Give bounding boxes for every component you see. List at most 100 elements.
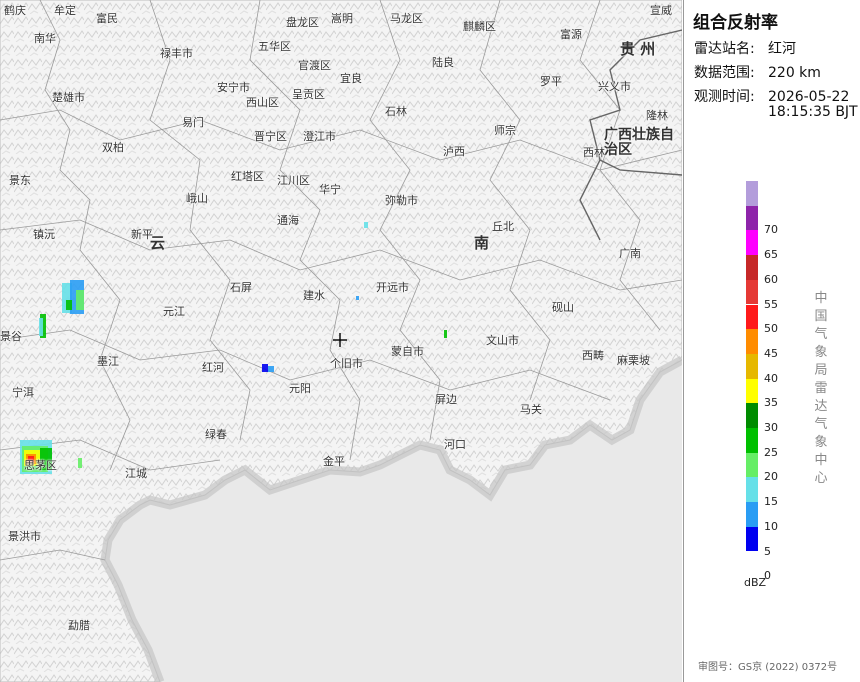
map-approval-number: 审图号：GS京 (2022) 0372号 <box>698 662 838 673</box>
range-label: 数据范围: <box>694 65 755 81</box>
place-label-yanshan: 砚山 <box>552 301 574 314</box>
place-label-shilin: 石林 <box>385 105 407 118</box>
echo-cell <box>78 458 82 468</box>
legend-swatch <box>746 502 758 527</box>
place-label-yiliang: 宜良 <box>340 72 362 85</box>
land-area <box>0 0 682 682</box>
legend-label: 40 <box>764 371 778 385</box>
station-value: 红河 <box>768 41 796 57</box>
time-date: 2026-05-22 <box>768 89 850 105</box>
echo-cell <box>66 300 72 310</box>
region-label-nan: 南 <box>474 234 490 252</box>
place-label-jinning: 晋宁区 <box>254 130 287 143</box>
product-title: 组合反射率 <box>693 13 778 33</box>
place-label-xuanwei: 宣威 <box>650 4 672 17</box>
legend-swatch <box>746 329 758 354</box>
legend-label: 50 <box>764 322 778 336</box>
station-info: 雷达站名: 红河 <box>694 38 796 58</box>
place-label-pingbian: 屏边 <box>435 393 457 406</box>
place-label-chuxiong: 楚雄市 <box>52 91 85 104</box>
place-label-jinggu: 景谷 <box>0 330 22 343</box>
legend-swatch <box>746 428 758 453</box>
region-label-guizhou: 贵 州 <box>620 40 656 58</box>
place-label-maguan: 马关 <box>520 403 542 416</box>
place-label-huaning: 华宁 <box>319 183 341 196</box>
place-label-hongta: 红塔区 <box>231 170 264 183</box>
place-label-xichou: 西畴 <box>582 349 604 362</box>
legend-swatch <box>746 477 758 503</box>
place-label-lvchun: 绿春 <box>205 428 227 441</box>
place-label-yuanjiang: 元江 <box>163 305 185 318</box>
legend-label: 65 <box>764 248 778 262</box>
place-label-malipo: 麻栗坡 <box>617 354 650 367</box>
place-label-guandu: 官渡区 <box>298 59 331 72</box>
place-label-jingdong: 景东 <box>9 174 31 187</box>
echo-cell <box>39 318 43 336</box>
legend-swatch <box>746 403 758 428</box>
place-label-xilin: 西林 <box>583 146 605 159</box>
legend-label: 10 <box>764 519 778 533</box>
place-label-wuhua: 五华区 <box>258 40 291 53</box>
place-label-xishan: 西山区 <box>246 96 279 109</box>
place-label-luliang: 陆良 <box>432 56 454 69</box>
place-label-luxi: 泸西 <box>443 145 465 158</box>
legend-swatch <box>746 353 758 379</box>
place-label-hekou: 河口 <box>444 438 466 451</box>
place-label-mengzi: 蒙自市 <box>391 345 424 358</box>
legend-swatch <box>746 181 758 206</box>
legend-label: 30 <box>764 421 778 434</box>
legend-label: 60 <box>764 272 778 286</box>
place-label-fumin: 富民 <box>96 12 118 25</box>
place-label-jinghong: 景洪市 <box>8 530 41 543</box>
place-label-jiangcheng: 江城 <box>125 467 147 480</box>
echo-cell <box>444 330 447 338</box>
place-label-chengjiang: 澄江市 <box>303 130 336 143</box>
place-label-ninger: 宁洱 <box>12 386 34 399</box>
place-label-yimen: 易门 <box>182 116 204 129</box>
place-label-lufeng: 禄丰市 <box>160 47 193 60</box>
place-label-luoping: 罗平 <box>540 75 562 88</box>
place-label-honghe: 红河 <box>202 361 224 374</box>
place-label-anning: 安宁市 <box>217 81 250 94</box>
place-label-nanhua: 南华 <box>34 32 56 45</box>
place-label-mile: 弥勒市 <box>385 194 418 207</box>
place-label-mengla: 勐腊 <box>68 619 90 632</box>
range-info: 数据范围: 220 km <box>694 62 821 82</box>
legend-label: 70 <box>764 223 778 237</box>
place-label-jianshui: 建水 <box>303 289 325 302</box>
legend-label: 15 <box>764 495 778 509</box>
legend-label: 45 <box>764 346 778 360</box>
legend-label: 5 <box>764 544 771 558</box>
basemap <box>0 0 682 682</box>
place-label-eshan: 峨山 <box>186 192 208 205</box>
place-label-xingyi: 兴义市 <box>598 80 631 93</box>
place-label-yuanyang: 元阳 <box>289 382 311 395</box>
legend-swatch <box>746 452 758 478</box>
legend-swatch <box>746 230 758 256</box>
place-label-wenshan: 文山市 <box>486 334 519 347</box>
place-label-fuyuan: 富源 <box>560 28 582 41</box>
echo-cell <box>364 222 368 228</box>
place-label-kaiyuan: 开远市 <box>376 281 409 294</box>
place-label-xinping: 新平 <box>131 228 153 241</box>
legend-swatch <box>746 304 758 330</box>
place-label-mouding: 牟定 <box>54 4 76 17</box>
legend-label: 55 <box>764 297 778 311</box>
legend-swatch <box>746 279 758 305</box>
place-label-guangnan: 广南 <box>619 247 641 260</box>
legend-unit: dBZ <box>744 576 767 589</box>
echo-cell <box>268 366 274 372</box>
place-label-longlin: 隆林 <box>646 109 668 122</box>
legend-label: 20 <box>764 470 778 484</box>
region-label-guangxi: 广西壮族自治区 <box>604 127 674 158</box>
place-label-zhenyuan: 镇沅 <box>33 228 55 241</box>
radar-map[interactable]: 云南贵 州广西壮族自治区 鹤庆 牟定 富民 盘龙区 嵩明 马龙区 麒麟区 宣威 南华 禄丰市 五华区… <box>0 0 682 682</box>
place-label-qiubei: 丘北 <box>492 220 514 233</box>
echo-cell <box>356 296 359 300</box>
agency-credit: 中国气象局雷达气象中心 <box>814 291 828 486</box>
place-label-simao: 思茅区 <box>24 459 57 472</box>
time-clock: 18:15:35 BJT <box>768 104 858 120</box>
legend-label: 25 <box>764 445 778 459</box>
place-label-shuangbai: 双柏 <box>102 141 124 154</box>
place-label-mojiang: 墨江 <box>97 355 119 368</box>
